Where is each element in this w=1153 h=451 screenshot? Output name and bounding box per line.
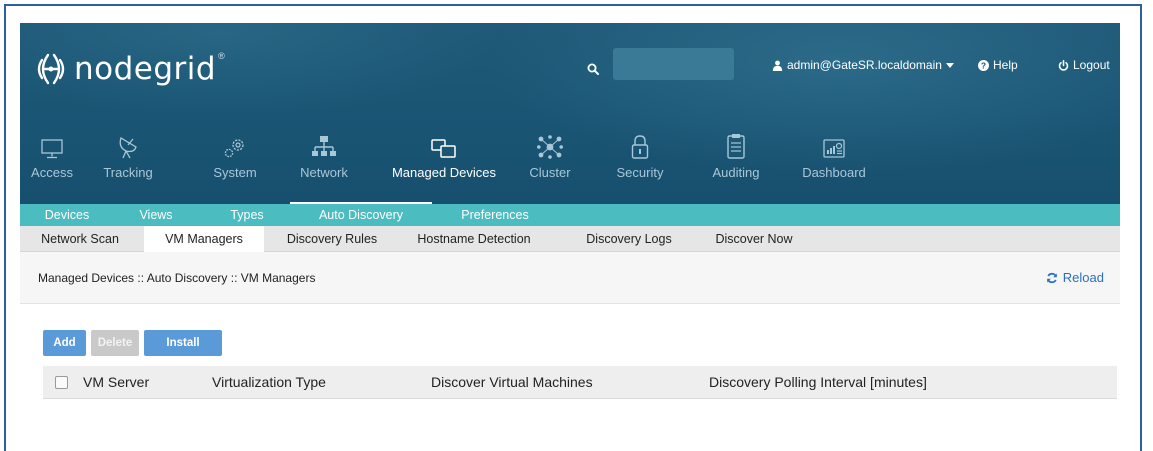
subnav-auto-discovery[interactable]: Auto Discovery [290, 202, 432, 226]
tab-discover-now[interactable]: Discover Now [712, 226, 796, 252]
sub-nav: Devices Views Types Auto Discovery Prefe… [20, 202, 1120, 226]
column-virtualization-type[interactable]: Virtualization Type [212, 366, 326, 399]
app: nodegrid ® admin@GateSR.localdomain ? He… [20, 23, 1120, 451]
tab-hostname-detection[interactable]: Hostname Detection [406, 226, 542, 252]
cluster-icon [537, 135, 563, 159]
monitor-icon [41, 139, 63, 159]
refresh-icon [1046, 272, 1057, 284]
breadcrumb: Managed Devices :: Auto Discovery :: VM … [38, 271, 316, 285]
gears-icon [224, 139, 244, 158]
column-vm-server[interactable]: VM Server [83, 366, 149, 399]
nav-label: Access [31, 165, 73, 180]
nav-label: Managed Devices [391, 165, 497, 180]
help-link[interactable]: ? Help [978, 58, 1018, 72]
top-header: nodegrid ® admin@GateSR.localdomain ? He… [20, 23, 1120, 204]
nav-tracking[interactable]: Tracking [98, 133, 158, 180]
breadcrumb-bar: Managed Devices :: Auto Discovery :: VM … [20, 252, 1120, 304]
nav-label: Security [616, 165, 664, 180]
table-header: VM Server Virtualization Type Discover V… [43, 366, 1117, 399]
nav-network[interactable]: Network [296, 133, 352, 180]
help-icon: ? [978, 59, 989, 71]
subnav-views[interactable]: Views [136, 204, 176, 226]
logo-registered: ® [218, 51, 225, 61]
search-input[interactable] [613, 48, 734, 80]
satellite-icon [119, 137, 137, 159]
svg-text:?: ? [981, 60, 986, 70]
subnav-preferences[interactable]: Preferences [456, 204, 534, 226]
nav-access[interactable]: Access [30, 133, 74, 180]
select-all-checkbox[interactable] [55, 376, 68, 389]
clipboard-icon [727, 134, 745, 159]
install-vmrc-button[interactable]: Install VMRC [144, 330, 222, 375]
reload-label: Reload [1062, 270, 1104, 285]
user-label: admin@GateSR.localdomain [787, 58, 942, 72]
logo[interactable]: nodegrid ® [34, 47, 225, 91]
power-icon [1058, 59, 1069, 71]
nav-label: Dashboard [802, 165, 866, 180]
devices-icon [431, 139, 456, 158]
subnav-devices[interactable]: Devices [42, 204, 92, 226]
dashboard-icon [823, 139, 845, 158]
tab-bar: Network Scan VM Managers Discovery Rules… [20, 226, 1120, 253]
tab-discovery-logs[interactable]: Discovery Logs [580, 226, 678, 252]
nav-system[interactable]: System [208, 133, 262, 180]
main-nav: Access Tracking System Network Managed D… [20, 133, 1120, 193]
column-discovery-polling-interval[interactable]: Discovery Polling Interval [minutes] [709, 366, 927, 399]
search-icon[interactable] [587, 63, 599, 75]
tab-network-scan[interactable]: Network Scan [36, 226, 124, 252]
help-label: Help [993, 58, 1018, 72]
lock-icon [631, 135, 649, 159]
logo-text: nodegrid [74, 50, 217, 87]
user-icon [772, 60, 783, 71]
nav-label: Auditing [712, 165, 760, 180]
user-menu[interactable]: admin@GateSR.localdomain [772, 58, 954, 72]
subnav-types[interactable]: Types [225, 204, 269, 226]
nav-dashboard[interactable]: Dashboard [796, 133, 872, 180]
nav-label: System [213, 165, 257, 180]
tab-discovery-rules[interactable]: Discovery Rules [282, 226, 382, 252]
reload-button[interactable]: Reload [1046, 252, 1104, 304]
nav-label: Network [300, 165, 348, 180]
nav-cluster[interactable]: Cluster [526, 133, 574, 180]
nav-label: Cluster [529, 165, 571, 180]
nav-auditing[interactable]: Auditing [710, 133, 762, 180]
nav-managed-devices[interactable]: Managed Devices [388, 133, 500, 180]
column-discover-virtual-machines[interactable]: Discover Virtual Machines [431, 366, 593, 399]
nodegrid-logo-icon [37, 53, 65, 85]
nav-security[interactable]: Security [612, 133, 668, 180]
tab-vm-managers[interactable]: VM Managers [144, 226, 264, 253]
logout-label: Logout [1073, 58, 1110, 72]
logout-link[interactable]: Logout [1058, 58, 1110, 72]
nav-label: Tracking [103, 165, 153, 180]
caret-down-icon [945, 62, 954, 68]
delete-button[interactable]: Delete [91, 330, 139, 356]
add-button[interactable]: Add [43, 330, 86, 356]
network-icon [312, 136, 336, 156]
